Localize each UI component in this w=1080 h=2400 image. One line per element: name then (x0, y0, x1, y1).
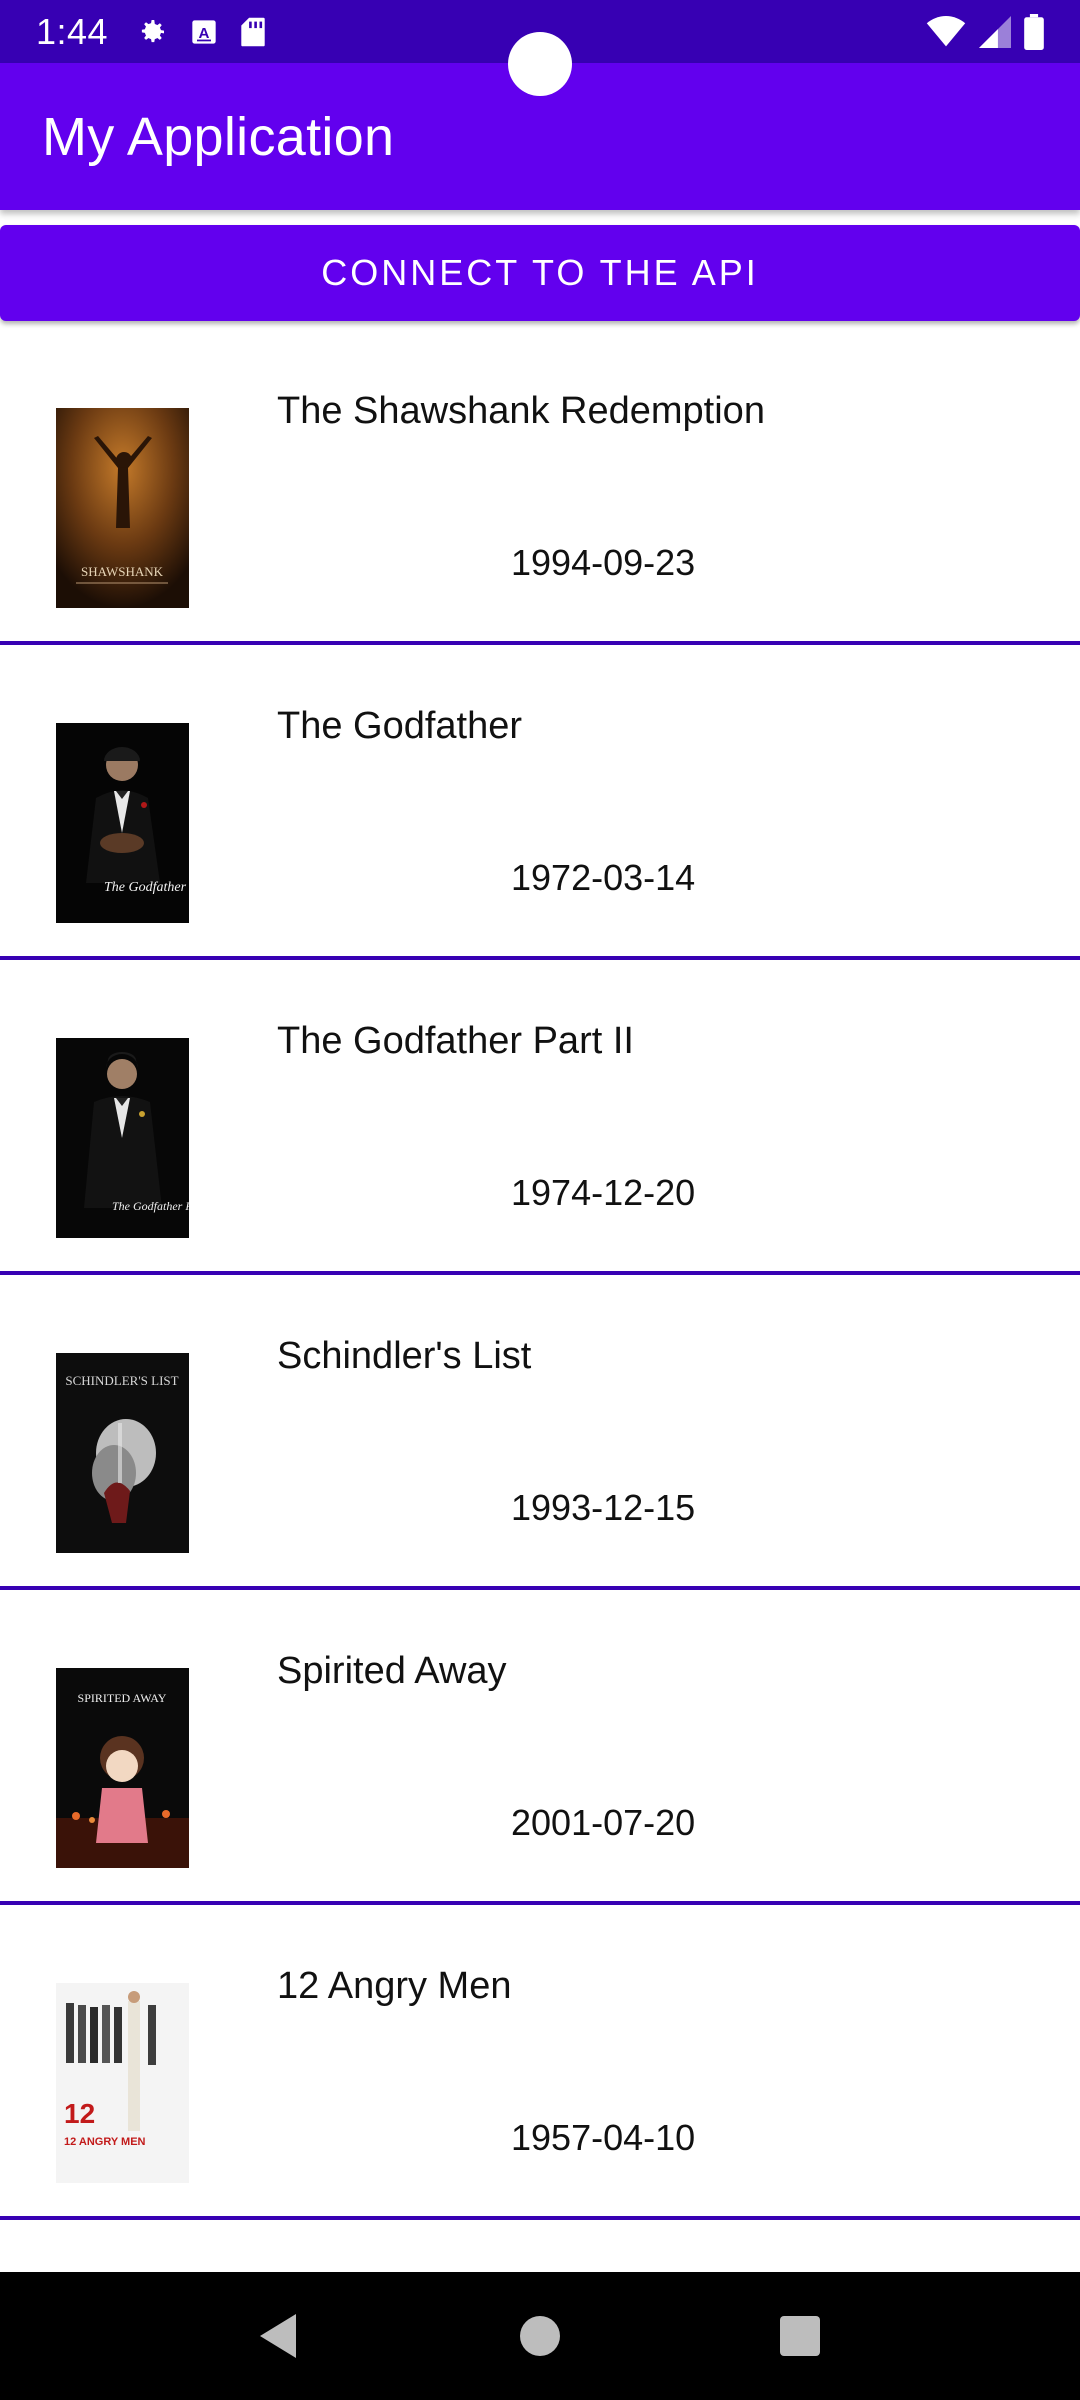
movie-release-date: 1993-12-15 (511, 1487, 696, 1528)
sd-card-icon (240, 16, 266, 48)
poster-text: The Godfather (104, 880, 187, 895)
movie-poster: SPIRITED AWAY (56, 1668, 189, 1868)
list-item[interactable]: 12 12 ANGRY MEN 12 Angry Men 1957-04-10 (0, 1905, 1080, 2220)
movie-release-date: 2001-07-20 (511, 1802, 696, 1843)
svg-text:12: 12 (64, 2098, 95, 2129)
movie-list[interactable]: SHAWSHANK The Shawshank Redemption 1994-… (0, 330, 1080, 2272)
movie-poster: SHAWSHANK (56, 408, 189, 608)
list-item[interactable]: The Godfather The Godfather 1972-03-14 (0, 645, 1080, 960)
movie-release-date: 1972-03-14 (511, 857, 696, 898)
battery-icon (1024, 13, 1044, 50)
movie-title: The Godfather Part II (277, 1020, 634, 1062)
list-item[interactable]: SCHINDLER'S LIST Schindler's List 1993-1… (0, 1275, 1080, 1590)
movie-title: Schindler's List (277, 1335, 532, 1377)
movie-release-date: 1994-09-23 (511, 542, 696, 583)
status-icons-right (926, 13, 1044, 50)
app-title: My Application (42, 106, 395, 167)
back-icon[interactable] (240, 2296, 320, 2376)
movie-poster: The Godfather PART II (56, 1038, 189, 1238)
movie-title: The Shawshank Redemption (277, 390, 765, 432)
connect-api-button[interactable]: CONNECT TO THE API (0, 225, 1080, 321)
movie-release-date: 1957-04-10 (511, 2117, 696, 2158)
poster-text: SCHINDLER'S LIST (65, 1373, 178, 1388)
poster-text: SPIRITED AWAY (78, 1691, 167, 1705)
gear-icon (136, 16, 168, 48)
poster-text: 12 ANGRY MEN (64, 2136, 146, 2148)
poster-text: SHAWSHANK (81, 564, 164, 579)
screen: 1:44 A My Application CONNECT TO THE API… (0, 0, 1080, 2400)
recents-icon[interactable] (760, 2296, 840, 2376)
a-box-icon: A (190, 18, 218, 46)
movie-title: 12 Angry Men (277, 1965, 512, 2007)
camera-cutout (508, 32, 572, 96)
wifi-icon (926, 15, 966, 48)
status-time: 1:44 (36, 10, 109, 52)
movie-title: The Godfather (277, 705, 523, 747)
home-icon[interactable] (500, 2296, 580, 2376)
status-icons-left: A (136, 16, 266, 48)
navigation-bar (0, 2272, 1080, 2400)
movie-poster: SCHINDLER'S LIST (56, 1353, 189, 1553)
list-item[interactable]: SPIRITED AWAY Spirited Away 2001-07-20 (0, 1590, 1080, 1905)
poster-text: The Godfather PART II (112, 1199, 189, 1213)
list-item[interactable]: The Godfather PART II The Godfather Part… (0, 960, 1080, 1275)
movie-title: Spirited Away (277, 1650, 507, 1692)
movie-poster: 12 12 ANGRY MEN (56, 1983, 189, 2183)
movie-release-date: 1974-12-20 (511, 1172, 696, 1213)
cell-signal-icon (978, 15, 1012, 48)
movie-poster: The Godfather (56, 723, 189, 923)
list-item[interactable]: SHAWSHANK The Shawshank Redemption 1994-… (0, 330, 1080, 645)
svg-text:A: A (199, 24, 210, 41)
